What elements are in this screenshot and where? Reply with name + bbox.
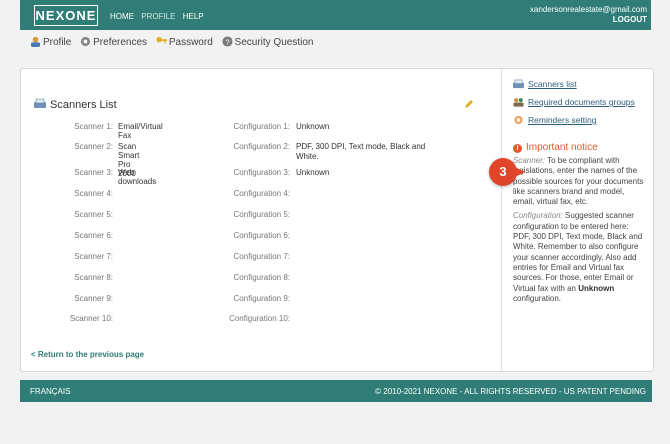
question-icon: ?: [221, 36, 233, 47]
group-icon: [513, 98, 524, 107]
configuration-label: Configuration 7:: [233, 252, 290, 261]
configuration-label: Configuration 10:: [229, 314, 290, 323]
subnav-security-question[interactable]: ? Security Question: [221, 36, 313, 48]
configuration-label: Configuration 9:: [233, 294, 290, 303]
important-notice-text: Scanner: To be compliant with legislatio…: [513, 156, 644, 303]
svg-text:?: ?: [225, 37, 229, 46]
step-callout-arrow: [515, 167, 525, 177]
logout-link[interactable]: LOGOUT: [530, 15, 647, 25]
scanner-label: Scanner 1:: [74, 122, 113, 131]
scanner-value[interactable]: Email/Virtual Fax: [118, 122, 163, 140]
configuration-label: Configuration 3:: [233, 168, 290, 177]
alert-icon: !: [513, 144, 522, 153]
subnav-profile[interactable]: Profile: [30, 36, 71, 48]
panel-divider: [501, 69, 502, 371]
configuration-value[interactable]: PDF, 300 DPI, Text mode, Black and White…: [296, 142, 426, 162]
scanner-label: Scanner 3:: [74, 168, 113, 177]
subnav-password[interactable]: Password: [156, 36, 213, 48]
key-icon: [156, 36, 167, 44]
profile-subnav: Profile Preferences Password ? Security Q…: [30, 36, 319, 48]
main-nav: HOME PROFILE HELP: [110, 12, 209, 21]
step-callout-badge: 3: [489, 158, 517, 186]
scanner-label: Scanner 5:: [74, 210, 113, 219]
configuration-label: Configuration 2:: [233, 142, 290, 151]
scanner-label: Scanner 8:: [74, 273, 113, 282]
profile-icon: [30, 36, 41, 47]
scanner-label: Scanner 6:: [74, 231, 113, 240]
configuration-label: Configuration 1:: [233, 122, 290, 131]
nav-help[interactable]: HELP: [183, 12, 204, 21]
configuration-label: Configuration 6:: [233, 231, 290, 240]
footer: FRANÇAIS © 2010-2021 NEXONE - ALL RIGHTS…: [20, 380, 652, 402]
configuration-label: Configuration 4:: [233, 189, 290, 198]
scanner-icon: [34, 98, 46, 108]
page-title: Scanners List: [34, 98, 117, 111]
nav-profile[interactable]: PROFILE: [141, 12, 175, 21]
reminder-icon: [514, 115, 523, 125]
important-notice-title: ! Important notice: [513, 142, 598, 153]
gear-icon: [81, 36, 91, 47]
scanner-value[interactable]: Web downloads: [118, 168, 156, 186]
scanner-icon: [513, 79, 524, 89]
account-email: xandersonrealestate@gmail.com: [529, 5, 647, 14]
return-link[interactable]: < Return to the previous page: [31, 350, 144, 359]
copyright: © 2010-2021 NEXONE - ALL RIGHTS RESERVED…: [375, 387, 646, 396]
sidebar-link-required-documents-groups[interactable]: Required documents groups: [513, 97, 635, 107]
configuration-label: Configuration 5:: [233, 210, 290, 219]
subnav-preferences[interactable]: Preferences: [80, 36, 147, 48]
configuration-label: Configuration 8:: [233, 273, 290, 282]
nav-home[interactable]: HOME: [110, 12, 134, 21]
account-area: xandersonrealestate@gmail.com LOGOUT: [530, 5, 647, 25]
sidebar-link-scanners-list[interactable]: Scanners list: [513, 79, 577, 89]
scanner-label: Scanner 10:: [69, 314, 113, 323]
scanner-label: Scanner 2:: [74, 142, 113, 151]
configuration-value[interactable]: Unknown: [296, 168, 426, 178]
top-bar: NEXONE HOME PROFILE HELP xandersonreales…: [20, 0, 651, 30]
nexone-logo[interactable]: NEXONE: [34, 5, 98, 26]
configuration-value[interactable]: Unknown: [296, 122, 426, 132]
scanner-label: Scanner 7:: [74, 252, 113, 261]
language-link[interactable]: FRANÇAIS: [30, 387, 70, 396]
scanner-label: Scanner 4:: [74, 189, 113, 198]
pencil-icon[interactable]: [464, 99, 474, 109]
sidebar-link-reminders-setting[interactable]: Reminders setting: [513, 115, 597, 125]
main-panel: Scanners List Scanner 1: Email/Virtual Fa…: [20, 68, 654, 372]
scanner-label: Scanner 9:: [74, 294, 113, 303]
